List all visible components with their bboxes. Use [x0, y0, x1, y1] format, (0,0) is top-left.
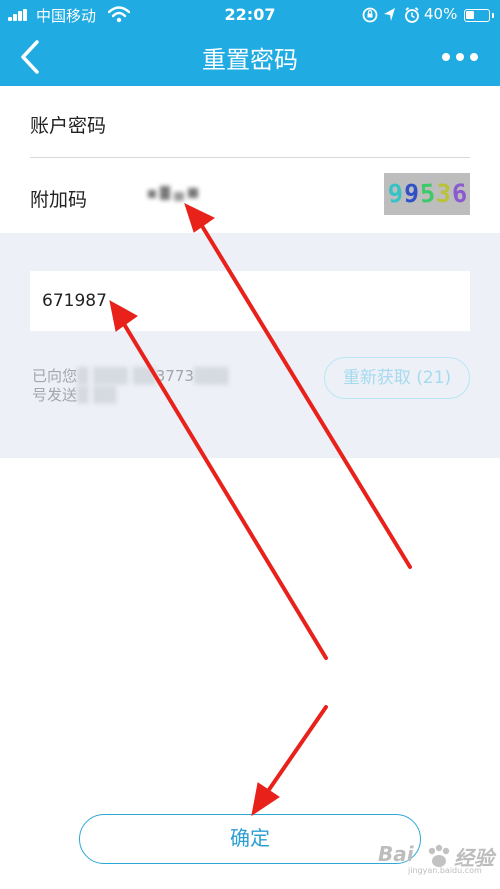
status-bar: 中国移动 22:07 40% [0, 0, 500, 30]
sms-code-section: 已向您▒ ▒▒▒ ▒▒3773 ▒▒▒ 号发送▒ ▒▒ 重新获取 (21) [0, 233, 500, 458]
baidu-watermark: Bai 经验 jingyan.baidu.com [378, 842, 494, 875]
captcha-image[interactable]: 99536 [384, 173, 470, 215]
confirm-button[interactable]: 确定 [79, 814, 421, 864]
account-password-label: 账户密码 [30, 115, 107, 137]
sms-sent-notice: 已向您▒ ▒▒▒ ▒▒3773 ▒▒▒ 号发送▒ ▒▒ [32, 367, 252, 405]
masked-phone-tail: ▒▒▒ [193, 367, 229, 385]
extra-code-label: 附加码 [30, 189, 88, 211]
navigation-bar: 重置密码 [0, 30, 500, 86]
battery-icon [464, 9, 494, 22]
location-icon [384, 8, 395, 21]
masked-phone: ▒ ▒▒▒ ▒▒ [77, 367, 156, 385]
account-password-row[interactable]: 账户密码 [0, 86, 500, 158]
captcha-char: 9 [387, 178, 405, 209]
page-title: 重置密码 [202, 46, 298, 74]
captcha-char: 9 [403, 178, 421, 209]
status-icons [362, 7, 419, 23]
battery-percent: 40% [424, 5, 458, 23]
arrow-head-confirm [251, 782, 280, 817]
battery-level [466, 11, 474, 19]
sms-code-input[interactable] [30, 271, 470, 331]
resend-code-button[interactable]: 重新获取 (21) [324, 357, 470, 399]
sms-sent-line1: 已向您▒ ▒▒▒ ▒▒3773 ▒▒▒ [32, 367, 229, 385]
alarm-icon [405, 7, 419, 23]
captcha-char: 3 [435, 178, 453, 209]
extra-code-row: 附加码 99536 [0, 158, 500, 233]
extra-code-masked-value[interactable] [148, 186, 200, 202]
sms-sent-line2: 号发送▒ ▒▒ [32, 386, 117, 404]
captcha-char: 5 [419, 178, 437, 209]
header-bar: 中国移动 22:07 40% 重置密码 [0, 0, 500, 86]
orientation-lock-icon [362, 7, 378, 23]
arrow-to-confirm [264, 705, 328, 796]
captcha-char: 6 [451, 178, 469, 209]
more-button[interactable] [430, 38, 490, 74]
masked-text: ▒ ▒▒ [77, 386, 117, 404]
